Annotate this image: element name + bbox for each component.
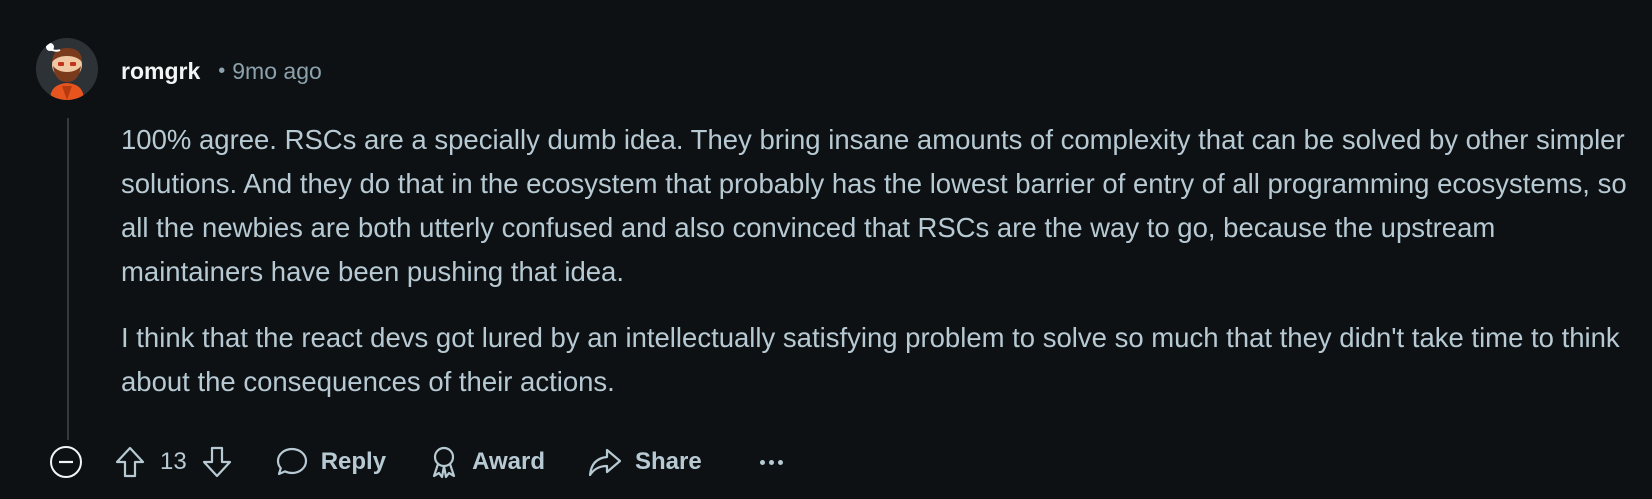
comment-body: 100% agree. RSCs are a specially dumb id… xyxy=(121,118,1631,426)
more-options-button[interactable] xyxy=(759,459,783,465)
ellipsis-icon xyxy=(759,459,765,465)
upvote-button[interactable] xyxy=(114,445,146,479)
downvote-button[interactable] xyxy=(201,445,233,479)
arrow-down-icon xyxy=(202,446,231,478)
username[interactable]: romgrk xyxy=(121,58,200,85)
share-label: Share xyxy=(634,448,702,475)
vote-controls: 13 xyxy=(114,445,233,479)
comment-paragraph: I think that the react devs got lured by… xyxy=(121,322,1620,397)
comment: romgrk • 9mo ago 100% agree. RSCs are a … xyxy=(0,0,1652,499)
share-button[interactable]: Share xyxy=(587,446,702,478)
arrow-up-icon xyxy=(115,446,145,478)
collapse-button[interactable] xyxy=(48,444,84,480)
award-ribbon-icon xyxy=(428,445,460,479)
avatar[interactable] xyxy=(36,38,98,100)
reply-button[interactable]: Reply xyxy=(275,446,386,478)
timestamp[interactable]: 9mo ago xyxy=(232,58,322,85)
score: 13 xyxy=(160,448,187,475)
comment-paragraph: 100% agree. RSCs are a specially dumb id… xyxy=(121,124,1627,287)
minus-circle-icon xyxy=(50,446,82,478)
share-arrow-icon xyxy=(587,446,623,478)
avatar-image xyxy=(36,38,98,100)
thread-line[interactable] xyxy=(67,118,69,440)
meta-separator: • xyxy=(218,59,226,82)
award-label: Award xyxy=(472,448,545,475)
reply-label: Reply xyxy=(320,448,387,475)
comment-action-bar: 13 Reply Award Share xyxy=(48,440,783,484)
speech-bubble-icon xyxy=(275,446,309,478)
comment-meta: romgrk • 9mo ago xyxy=(121,55,322,87)
award-button[interactable]: Award xyxy=(428,445,545,479)
